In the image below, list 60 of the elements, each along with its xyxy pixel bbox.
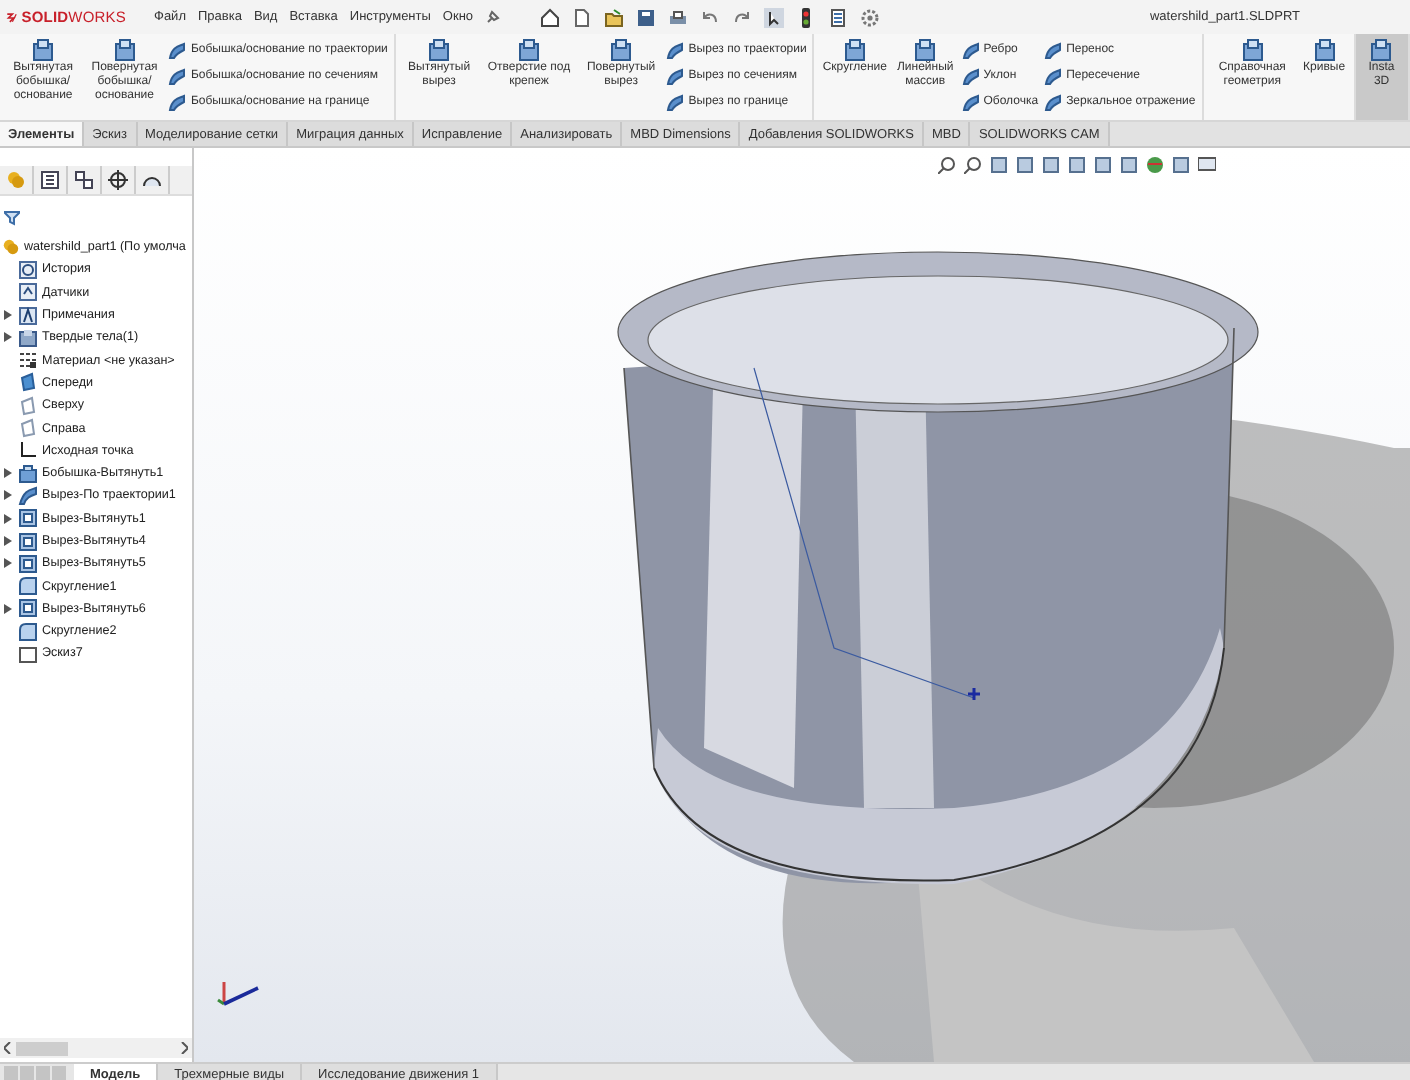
part-icon [2,238,20,257]
feature-icon [18,305,38,326]
open-folder-icon[interactable] [603,7,624,27]
feature-icon [18,440,38,461]
feature-icon [18,372,38,393]
feature-icon [18,621,38,642]
undo-icon[interactable] [699,7,720,27]
feature-icon [18,259,38,280]
feature-icon [18,282,38,303]
scroll-left-icon[interactable] [4,1042,12,1054]
settings-icon[interactable] [859,7,880,27]
feature-icon [912,38,939,62]
feature-icon [18,576,38,597]
pin-icon[interactable] [485,10,500,24]
feature-icon [18,395,38,416]
home-icon[interactable] [539,7,560,27]
expand-arrow-icon[interactable] [3,490,11,501]
expand-arrow-icon[interactable] [3,332,11,343]
print-icon[interactable] [667,7,688,27]
feature-icon [18,553,38,574]
sphere-icon[interactable] [1146,156,1164,174]
feature-icon [515,38,542,62]
zoom-fit-icon[interactable] [938,156,956,174]
feature-icon [426,38,453,62]
expand-arrow-icon[interactable] [3,603,11,614]
feature-icon [18,598,38,619]
logo-icon [6,9,18,25]
zoom-area-icon[interactable] [964,156,982,174]
expand-arrow-icon[interactable] [3,310,11,321]
feature-icon [18,485,38,506]
feature-icon [18,463,38,484]
feature-icon [18,643,38,664]
new-document-icon[interactable] [571,7,592,27]
redo-icon[interactable] [731,7,752,27]
feature-icon [1311,38,1338,62]
cursor-icon[interactable] [763,7,784,27]
feature-icon [841,38,868,62]
feature-icon [18,418,38,439]
feature-icon [18,327,38,348]
feature-icon [18,531,38,551]
feature-icon [18,350,38,371]
feature-icon [1368,38,1395,62]
feature-icon [18,508,38,529]
monitor-icon[interactable] [1198,156,1216,174]
feature-icon [111,38,138,62]
expand-arrow-icon[interactable] [3,468,11,479]
expand-arrow-icon[interactable] [3,536,11,546]
expand-arrow-icon[interactable] [3,558,11,569]
configuration-tab-icon[interactable] [74,170,94,190]
property-tab-icon[interactable] [40,170,60,190]
feature-icon [30,38,57,62]
file-properties-icon[interactable] [827,7,848,27]
save-icon[interactable] [635,7,656,27]
feature-icon [608,38,635,62]
target-tab-icon[interactable] [108,170,128,190]
expand-arrow-icon[interactable] [3,513,11,524]
scrollbar-thumb[interactable] [16,1041,68,1055]
filter-icon[interactable] [4,210,20,226]
feature-icon [1239,38,1266,62]
scroll-right-icon[interactable] [180,1042,188,1054]
